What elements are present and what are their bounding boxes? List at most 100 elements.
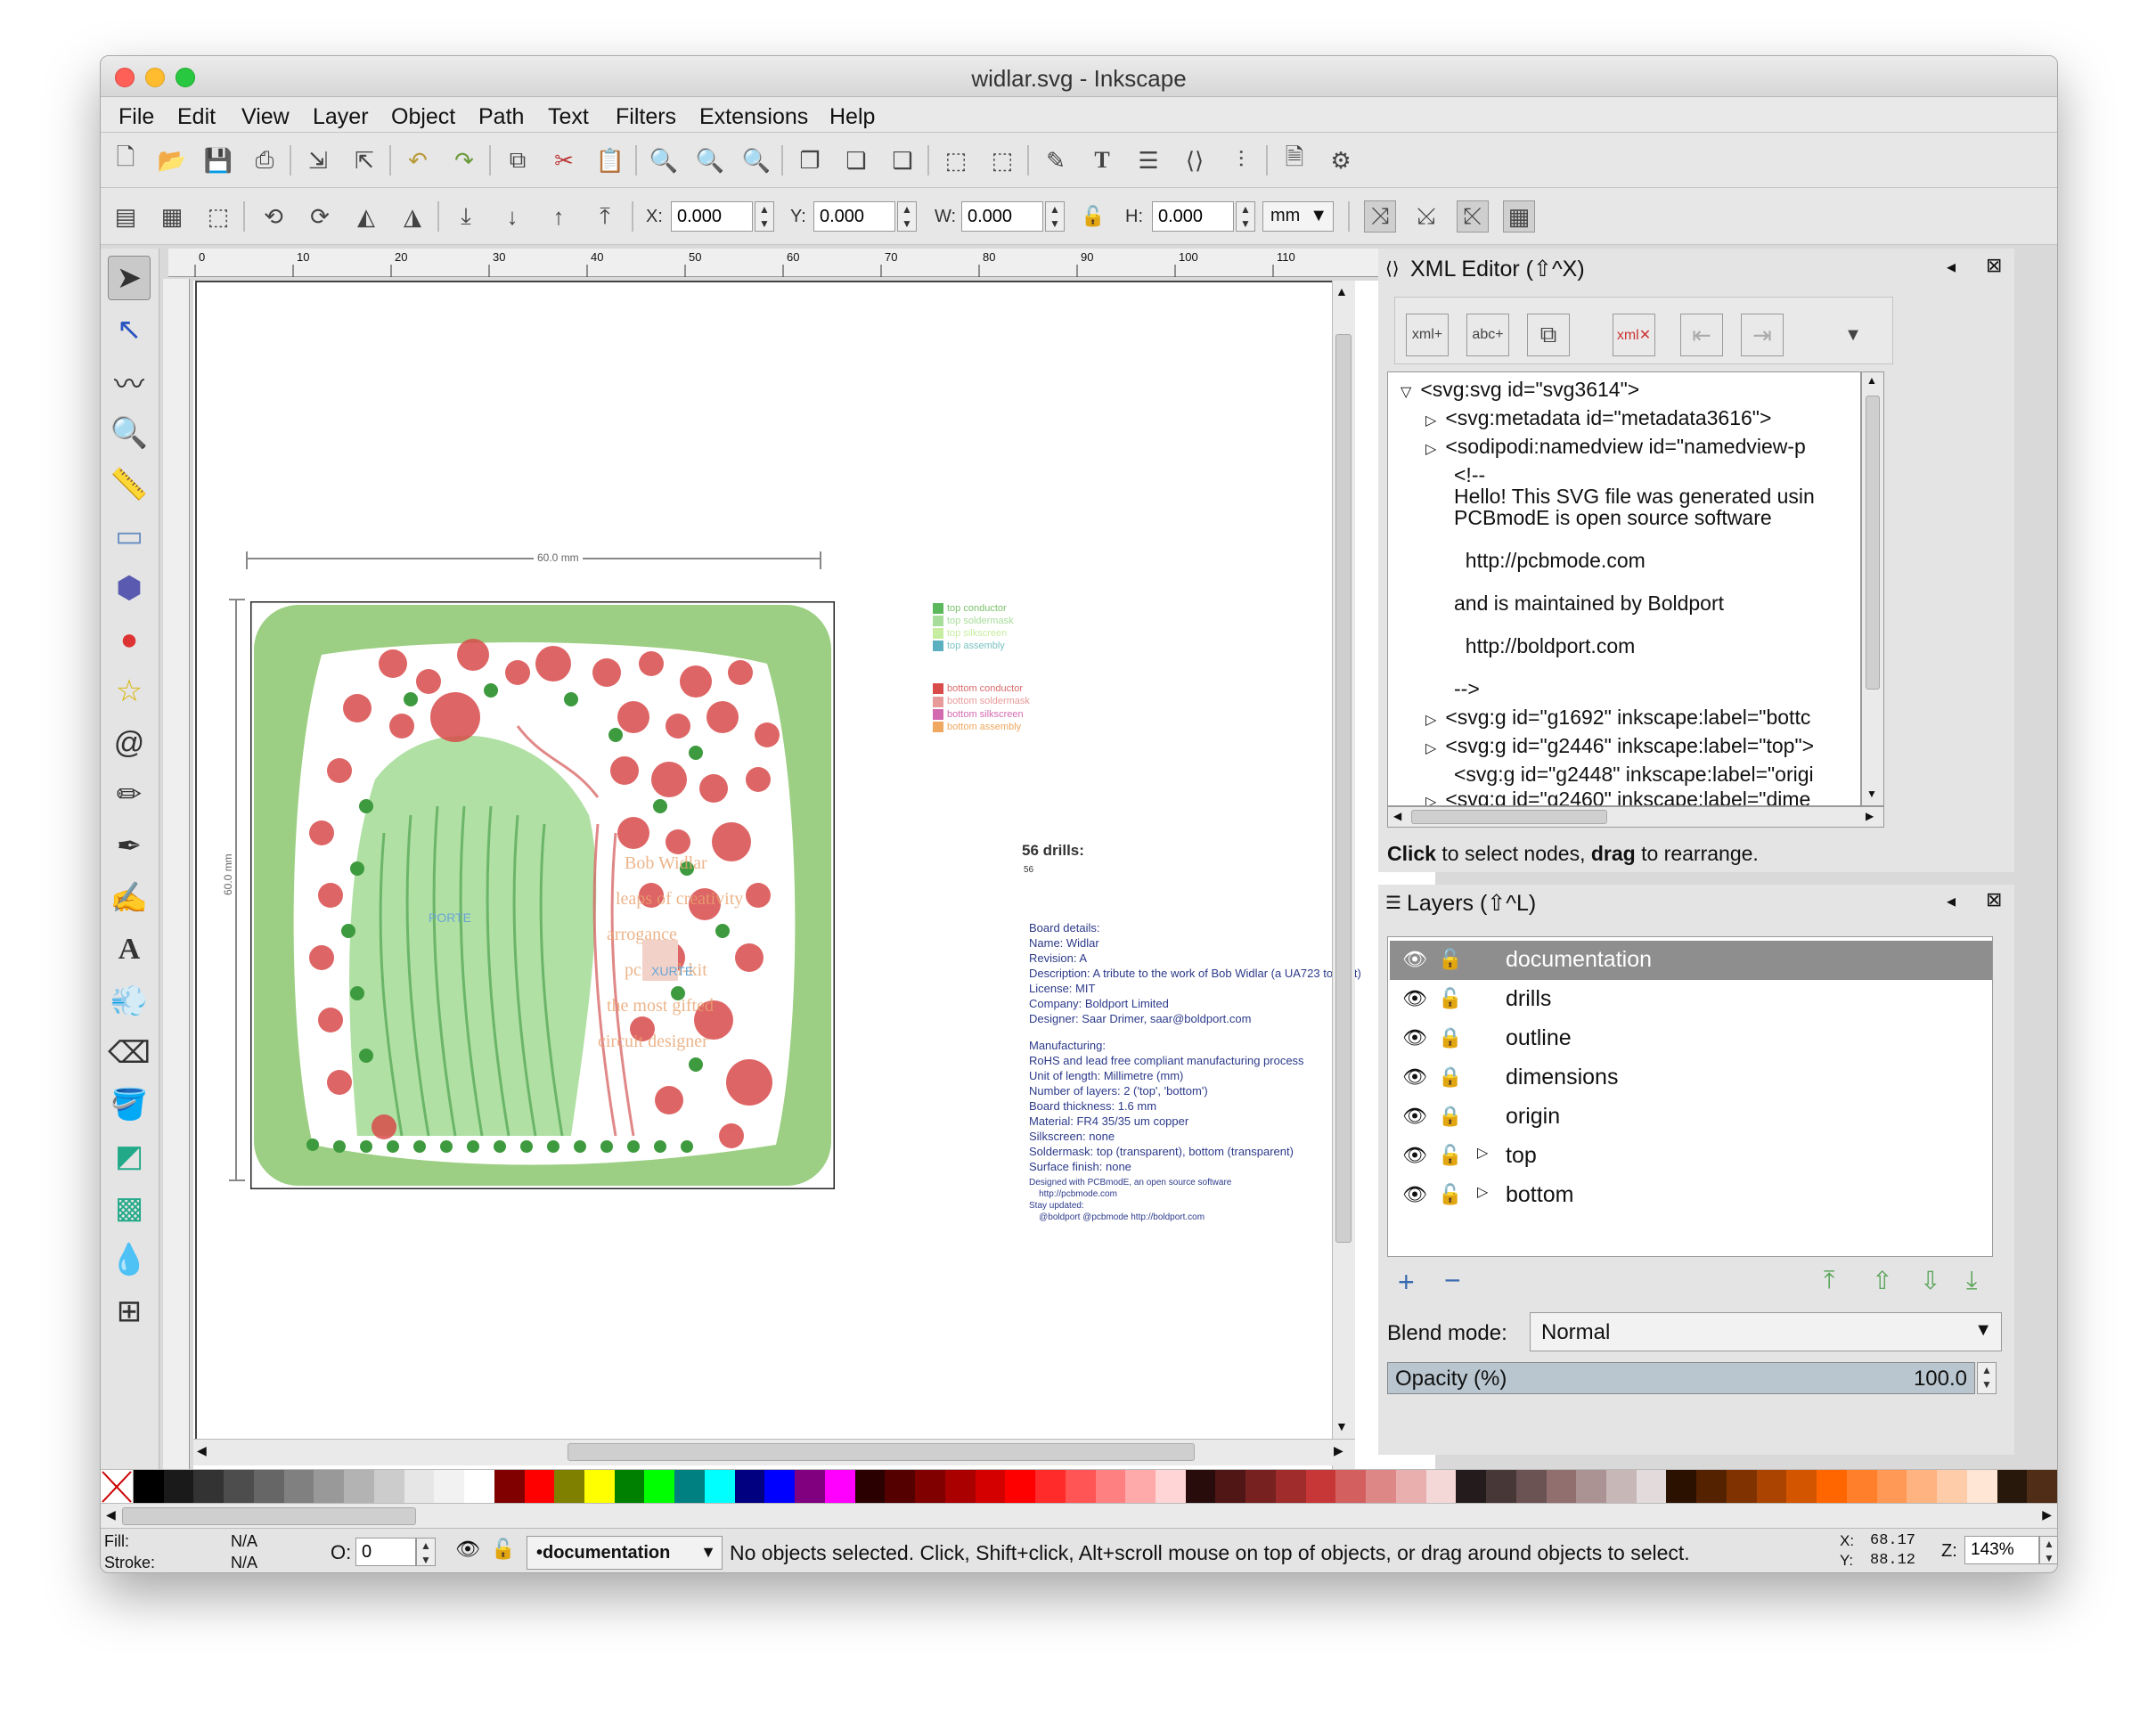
unit-select[interactable]: mm ▼: [1262, 201, 1334, 232]
color-swatch[interactable]: [1997, 1470, 2028, 1503]
delete-node-icon[interactable]: xml✕: [1613, 314, 1655, 356]
color-swatch[interactable]: [584, 1470, 615, 1503]
menu-file[interactable]: File: [118, 104, 154, 130]
color-swatch[interactable]: [674, 1470, 705, 1503]
panel-iconify-icon[interactable]: ◂: [1947, 256, 1956, 278]
color-swatch[interactable]: [224, 1470, 254, 1503]
scroll-right-icon[interactable]: ▶: [1866, 810, 1874, 822]
color-palette[interactable]: [101, 1469, 2057, 1503]
lock-icon[interactable]: 🔒: [1438, 1065, 1462, 1089]
unlock-icon[interactable]: 🔓: [1438, 1144, 1462, 1167]
color-swatch[interactable]: [1335, 1470, 1367, 1503]
color-swatch[interactable]: [1395, 1470, 1426, 1503]
xml-node[interactable]: -->: [1454, 677, 1480, 701]
eraser-tool-icon[interactable]: ⌫: [108, 1031, 151, 1075]
expander-icon[interactable]: ▷: [1425, 413, 1436, 428]
zoom-input[interactable]: [1964, 1536, 2039, 1564]
h-input[interactable]: [1152, 201, 1234, 232]
scroll-right-icon[interactable]: ▶: [2042, 1507, 2052, 1522]
color-swatch[interactable]: [1486, 1470, 1516, 1503]
deselect-icon[interactable]: ⬚: [202, 200, 234, 233]
color-swatch[interactable]: [344, 1470, 374, 1503]
fill-stroke-icon[interactable]: ✎: [1040, 144, 1072, 176]
pencil-tool-icon[interactable]: ✏: [108, 772, 151, 817]
color-swatch[interactable]: [614, 1470, 645, 1503]
drawing-canvas[interactable]: 60.0 mm 60.0 mm Bob Widlar leaps of crea…: [193, 281, 1435, 1469]
selector-tool-icon[interactable]: ➤: [108, 256, 151, 300]
color-swatch[interactable]: [1876, 1470, 1907, 1503]
add-layer-icon[interactable]: +: [1398, 1266, 1415, 1299]
rectangle-tool-icon[interactable]: ▭: [108, 514, 151, 559]
save-icon[interactable]: 💾: [202, 144, 234, 176]
color-swatch[interactable]: [1515, 1470, 1547, 1503]
layer-row-drills[interactable]: 👁 🔓 drills: [1390, 980, 1992, 1019]
color-swatch[interactable]: [944, 1470, 976, 1503]
spray-tool-icon[interactable]: 💨: [108, 979, 151, 1024]
scroll-left-icon[interactable]: ◀: [106, 1507, 116, 1522]
vertical-scroll-thumb[interactable]: [1335, 334, 1352, 1243]
layer-to-bottom-icon[interactable]: ⤓: [1966, 1266, 1977, 1295]
scroll-up-icon[interactable]: ▲: [1335, 284, 1348, 298]
scroll-left-icon[interactable]: ◀: [1393, 810, 1401, 822]
eye-icon[interactable]: 👁: [1402, 1105, 1427, 1128]
xml-hscroll-thumb[interactable]: [1411, 810, 1607, 824]
h-spinner[interactable]: ▲ ▼: [1236, 201, 1255, 232]
zoom-selection-icon[interactable]: 🔍: [648, 144, 680, 176]
color-swatch[interactable]: [1605, 1470, 1637, 1503]
panel-close-icon[interactable]: ⊠: [1986, 888, 2002, 911]
color-swatch[interactable]: [764, 1470, 796, 1503]
pen-tool-icon[interactable]: ✒: [108, 824, 151, 869]
calligraphy-tool-icon[interactable]: ✍: [108, 876, 151, 920]
color-swatch[interactable]: [1245, 1470, 1276, 1503]
color-swatch[interactable]: [373, 1470, 404, 1503]
color-swatch[interactable]: [1786, 1470, 1817, 1503]
layers-list[interactable]: 👁 🔓 documentation 👁 🔓 drills 👁 🔒 outline 👁 🔒 dim…: [1387, 936, 1993, 1257]
no-paint-swatch[interactable]: [101, 1470, 134, 1503]
zoom-tool-icon[interactable]: 🔍: [108, 411, 151, 455]
tweak-tool-icon[interactable]: 〰: [108, 359, 151, 404]
node-tool-icon[interactable]: ↖: [108, 307, 151, 352]
indent-node-icon[interactable]: ⇥: [1741, 314, 1784, 356]
eye-icon[interactable]: 👁: [1402, 1065, 1427, 1089]
toggle-layer-visibility-icon[interactable]: 👁: [455, 1538, 480, 1561]
opacity-slider[interactable]: Opacity (%) 100.0: [1387, 1362, 1975, 1394]
color-swatch[interactable]: [314, 1470, 345, 1503]
xml-node[interactable]: and is maintained by Boldport: [1454, 592, 1724, 616]
color-swatch[interactable]: [1846, 1470, 1877, 1503]
xml-node[interactable]: Hello! This SVG file was generated usin: [1454, 485, 1815, 509]
color-swatch[interactable]: [1666, 1470, 1697, 1503]
connector-tool-icon[interactable]: ⊞: [108, 1289, 151, 1334]
color-swatch[interactable]: [464, 1470, 494, 1503]
unindent-node-icon[interactable]: ⇤: [1680, 314, 1723, 356]
layer-row-dimensions[interactable]: 👁 🔒 dimensions: [1390, 1058, 1992, 1098]
expander-icon[interactable]: ▷: [1425, 795, 1436, 805]
color-swatch[interactable]: [253, 1470, 284, 1503]
flip-vertical-icon[interactable]: ◮: [396, 200, 429, 233]
y-spinner[interactable]: ▲ ▼: [897, 201, 917, 232]
lower-icon[interactable]: ↓: [496, 200, 528, 233]
expander-icon[interactable]: ▷: [1477, 1183, 1488, 1201]
color-swatch[interactable]: [734, 1470, 765, 1503]
ungroup-icon[interactable]: ⬚: [986, 144, 1018, 176]
color-swatch[interactable]: [2027, 1470, 2057, 1503]
layer-row-origin[interactable]: 👁 🔒 origin: [1390, 1098, 1992, 1137]
scroll-right-icon[interactable]: ▶: [1334, 1443, 1343, 1458]
color-swatch[interactable]: [1155, 1470, 1186, 1503]
color-swatch[interactable]: [1366, 1470, 1396, 1503]
scroll-down-icon[interactable]: ▼: [1335, 1419, 1348, 1433]
export-icon[interactable]: ⇱: [348, 144, 380, 176]
color-swatch[interactable]: [1065, 1470, 1096, 1503]
panel-iconify-icon[interactable]: ◂: [1947, 890, 1956, 912]
raise-top-icon[interactable]: ⤒: [589, 200, 621, 233]
x-input[interactable]: [671, 201, 753, 232]
canvas-vertical-scrollbar[interactable]: ▲ ▼: [1332, 281, 1355, 1469]
layer-row-outline[interactable]: 👁 🔒 outline: [1390, 1019, 1992, 1058]
layer-row-top[interactable]: 👁 🔓 ▷ top: [1390, 1137, 1992, 1176]
xml-node-tree[interactable]: ▽ <svg:svg id="svg3614"> ▷ <svg:metadata i…: [1387, 371, 1861, 806]
xml-node[interactable]: PCBmodE is open source software: [1454, 506, 1772, 530]
rotate-ccw-icon[interactable]: ⟲: [257, 200, 290, 233]
color-swatch[interactable]: [1907, 1470, 1938, 1503]
horizontal-scroll-thumb[interactable]: [568, 1443, 1195, 1461]
color-swatch[interactable]: [1035, 1470, 1066, 1503]
expander-icon[interactable]: ▷: [1425, 713, 1436, 728]
